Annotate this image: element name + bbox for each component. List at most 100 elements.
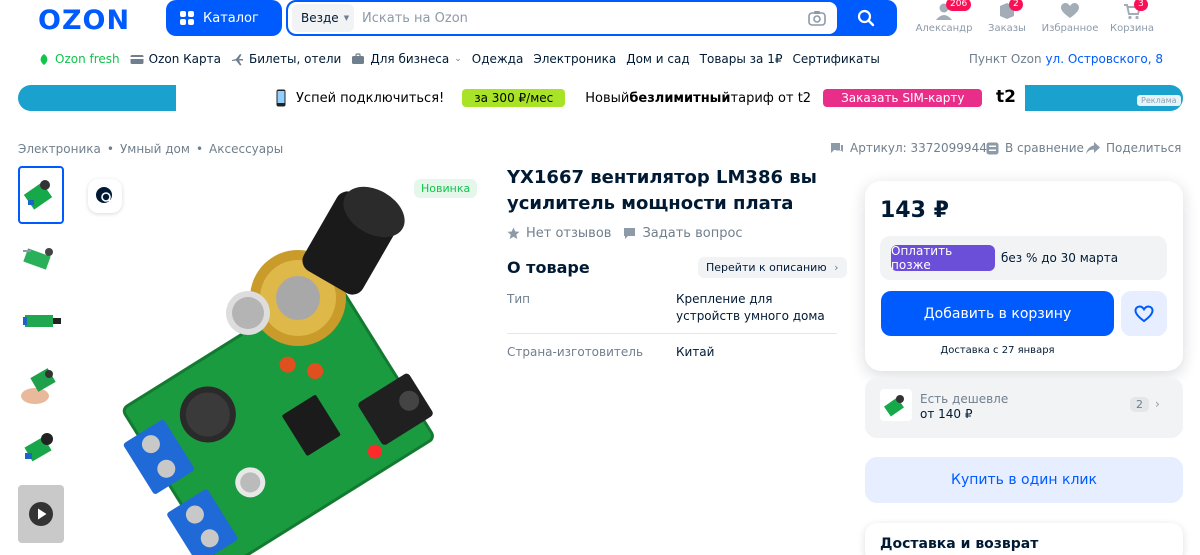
thumbnail[interactable] bbox=[18, 355, 64, 413]
product-thumb-image bbox=[21, 368, 56, 404]
banner-text-1: Успей подключиться! bbox=[296, 90, 445, 106]
header-orders[interactable]: 2 Заказы bbox=[975, 0, 1039, 34]
chevron-right-icon: › bbox=[834, 261, 839, 274]
plane-icon bbox=[231, 53, 243, 65]
header-profile-label: Александр bbox=[915, 23, 973, 34]
thumbnail[interactable] bbox=[18, 166, 64, 224]
grid-icon bbox=[180, 11, 194, 25]
compare-button[interactable]: В сравнение bbox=[986, 141, 1084, 155]
nav-item-ozon-card[interactable]: Ozon Карта bbox=[130, 52, 221, 66]
nav-item-electronics[interactable]: Электроника bbox=[533, 52, 616, 66]
ask-question-link[interactable]: Задать вопрос bbox=[623, 226, 743, 241]
prop-label: Страна-изготовитель bbox=[507, 345, 644, 359]
header-favorites-label: Избранное bbox=[1041, 23, 1099, 34]
cheaper-count: 2 bbox=[1130, 397, 1149, 412]
no-reviews-link[interactable]: Нет отзывов bbox=[507, 226, 611, 241]
sku-text: Артикул: 3372099944 bbox=[850, 141, 987, 155]
breadcrumb-item[interactable]: Аксессуары bbox=[209, 142, 283, 156]
search-button[interactable] bbox=[837, 2, 895, 34]
chat-icon bbox=[831, 143, 843, 153]
nav-item-one-ruble[interactable]: Товары за 1₽ bbox=[700, 52, 783, 66]
sku-copy[interactable]: Артикул: 3372099944 bbox=[830, 141, 987, 155]
go-to-description-button[interactable]: Перейти к описанию › bbox=[698, 257, 847, 278]
delivery-date: Доставка с 27 января bbox=[940, 345, 1055, 356]
banner-text-2c: тариф от t2 bbox=[730, 90, 812, 106]
thumbnail[interactable] bbox=[18, 229, 64, 287]
compare-icon bbox=[986, 142, 999, 154]
divider bbox=[507, 333, 837, 334]
buy-one-click-button[interactable]: Купить в один клик bbox=[865, 457, 1183, 503]
profile-badge: 206 bbox=[946, 0, 972, 11]
search-icon bbox=[857, 9, 875, 27]
header-cart[interactable]: 3 Корзина bbox=[1100, 0, 1164, 34]
pickup-label: Пункт Ozon bbox=[968, 52, 1042, 66]
delivery-returns-title: Доставка и возврат bbox=[880, 536, 1039, 552]
price: 143 ₽ bbox=[880, 198, 949, 223]
t2-logo: t2 bbox=[996, 87, 1016, 107]
banner-text-2a: Новый bbox=[585, 90, 630, 106]
catalog-button-label: Каталог bbox=[203, 10, 259, 26]
search-scope-dropdown[interactable]: Везде ▼ bbox=[292, 4, 354, 32]
cheaper-price: от 140 ₽ bbox=[920, 407, 973, 421]
nav-item-tickets[interactable]: Билеты, отели bbox=[231, 52, 341, 66]
search-field-area: Везде ▼ bbox=[288, 2, 837, 34]
favorite-button[interactable] bbox=[1121, 291, 1167, 336]
thumbnail[interactable] bbox=[18, 418, 64, 476]
share-label: Поделиться bbox=[1106, 141, 1182, 155]
share-button[interactable]: Поделиться bbox=[1086, 141, 1181, 155]
briefcase-icon bbox=[352, 53, 365, 64]
phone-icon bbox=[276, 89, 286, 107]
card-icon bbox=[130, 54, 144, 64]
prop-value: Китай bbox=[676, 345, 715, 359]
banner-price-pill: за 300 ₽/мес bbox=[462, 89, 566, 107]
cheaper-title: Есть дешевле bbox=[920, 392, 1009, 406]
compare-label: В сравнение bbox=[1005, 141, 1084, 155]
promo-banner-content[interactable]: Успей подключиться! за 300 ₽/мес Новый б… bbox=[176, 85, 1025, 111]
product-thumb-image bbox=[884, 395, 904, 417]
nav-item-home-garden[interactable]: Дом и сад bbox=[626, 52, 689, 66]
pay-later-button[interactable]: Оплатить позже bbox=[891, 244, 995, 272]
thumbnail[interactable] bbox=[18, 292, 64, 350]
top-nav: Ozon fresh Ozon Карта Билеты, отели Для … bbox=[38, 52, 890, 66]
header-favorites[interactable]: Избранное bbox=[1038, 0, 1102, 34]
nav-item-clothes[interactable]: Одежда bbox=[472, 52, 524, 66]
cart-badge: 3 bbox=[1134, 0, 1148, 11]
prop-label: Тип bbox=[507, 292, 530, 306]
product-thumb-image bbox=[23, 248, 53, 270]
pickup-point[interactable]: Пункт Ozon ул. Островского, 8 bbox=[969, 52, 1163, 66]
ozon-logo[interactable]: OZON bbox=[38, 5, 130, 36]
video-thumbnail[interactable] bbox=[18, 485, 64, 543]
nav-item-certificates[interactable]: Сертификаты bbox=[793, 52, 880, 66]
share-arrow-icon bbox=[1086, 142, 1100, 154]
search-input[interactable] bbox=[354, 10, 807, 26]
product-main-image[interactable] bbox=[88, 168, 488, 555]
chevron-down-icon: ▼ bbox=[343, 14, 350, 22]
header-orders-label: Заказы bbox=[988, 23, 1026, 34]
product-thumb-image bbox=[23, 315, 61, 327]
product-thumb-image bbox=[24, 433, 53, 462]
similar-search-button[interactable] bbox=[88, 179, 122, 213]
orders-badge: 2 bbox=[1009, 0, 1023, 11]
breadcrumb-item[interactable]: Электроника bbox=[18, 142, 101, 156]
nav-item-business[interactable]: Для бизнеса ⌄ bbox=[351, 52, 462, 66]
catalog-button[interactable]: Каталог bbox=[166, 0, 282, 36]
header-cart-label: Корзина bbox=[1109, 23, 1155, 34]
chevron-down-icon: ⌄ bbox=[454, 54, 462, 64]
product-thumb-image bbox=[23, 180, 53, 210]
header-profile[interactable]: 206 Александр bbox=[912, 0, 976, 34]
nav-item-ozon-fresh[interactable]: Ozon fresh bbox=[38, 52, 120, 66]
breadcrumb: Электроника • Умный дом • Аксессуары bbox=[18, 142, 284, 156]
prop-value: Крепление для устройств умного дома bbox=[676, 292, 825, 323]
star-icon bbox=[507, 227, 520, 239]
new-badge: Новинка bbox=[414, 179, 478, 198]
camera-icon[interactable] bbox=[807, 8, 827, 28]
search-bar: Везде ▼ bbox=[286, 0, 897, 36]
image-search-icon bbox=[96, 187, 113, 204]
pickup-address: ул. Островского, 8 bbox=[1045, 52, 1163, 66]
heart-icon bbox=[1061, 3, 1079, 18]
banner-order-sim-button[interactable]: Заказать SIM-карту bbox=[823, 89, 983, 107]
add-to-cart-button[interactable]: Добавить в корзину bbox=[881, 291, 1114, 336]
product-title: YX1667 вентилятор LM386 вы усилитель мощ… bbox=[507, 167, 817, 214]
chevron-right-icon: › bbox=[1155, 397, 1160, 411]
breadcrumb-item[interactable]: Умный дом bbox=[120, 142, 190, 156]
